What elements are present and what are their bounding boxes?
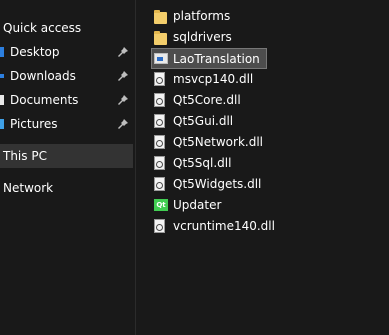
file-name: Updater — [173, 197, 222, 212]
pin-icon — [118, 95, 128, 105]
file-row-qt5core[interactable]: Qt5Core.dll — [154, 89, 241, 110]
nav-item-label: Network — [3, 181, 54, 195]
file-row-qt5network[interactable]: Qt5Network.dll — [154, 131, 263, 152]
nav-item-label: Pictures — [10, 117, 58, 131]
nav-item-network[interactable]: Network — [0, 176, 133, 200]
dll-icon — [154, 134, 168, 150]
nav-item-label: This PC — [3, 149, 47, 163]
nav-item-label: Downloads — [10, 69, 76, 83]
file-name: vcruntime140.dll — [173, 218, 275, 233]
qt-app-icon: Qt — [154, 197, 168, 213]
nav-quick-access[interactable]: Quick access — [0, 16, 133, 40]
file-name: Qt5Core.dll — [173, 92, 241, 107]
nav-item-desktop[interactable]: Desktop — [0, 40, 133, 64]
file-name: LaoTranslation — [173, 51, 260, 66]
file-row-vcruntime140[interactable]: vcruntime140.dll — [154, 215, 275, 236]
nav-item-this-pc[interactable]: This PC — [0, 144, 133, 168]
pin-icon — [118, 119, 128, 129]
file-name: sqldrivers — [173, 29, 232, 44]
file-list: platforms sqldrivers LaoTranslation msvc… — [136, 0, 389, 335]
application-icon — [154, 51, 168, 67]
pictures-icon — [0, 119, 4, 129]
documents-icon — [0, 95, 4, 105]
nav-item-pictures[interactable]: Pictures — [0, 112, 133, 136]
pin-icon — [118, 71, 128, 81]
dll-icon — [154, 113, 168, 129]
file-row-qt5widgets[interactable]: Qt5Widgets.dll — [154, 173, 261, 194]
pin-icon — [118, 47, 128, 57]
navigation-pane: Quick access Desktop Downloads Documents… — [0, 0, 133, 335]
file-row-qt5gui[interactable]: Qt5Gui.dll — [154, 110, 233, 131]
file-name: Qt5Widgets.dll — [173, 176, 262, 191]
dll-icon — [154, 176, 168, 192]
folder-icon — [154, 29, 168, 45]
nav-quick-access-label: Quick access — [3, 21, 82, 35]
file-row-msvcp140[interactable]: msvcp140.dll — [154, 68, 253, 89]
folder-icon — [154, 8, 168, 24]
file-name: platforms — [173, 8, 231, 23]
file-row-sqldrivers[interactable]: sqldrivers — [154, 26, 232, 47]
file-row-updater[interactable]: Qt Updater — [154, 194, 221, 215]
nav-item-documents[interactable]: Documents — [0, 88, 133, 112]
file-name: msvcp140.dll — [173, 71, 254, 86]
dll-icon — [154, 92, 168, 108]
nav-item-label: Desktop — [10, 45, 60, 59]
file-row-platforms[interactable]: platforms — [154, 5, 230, 26]
file-row-laotranslation[interactable]: LaoTranslation — [151, 48, 267, 69]
file-name: Qt5Network.dll — [173, 134, 263, 149]
downloads-icon — [0, 74, 4, 78]
nav-item-downloads[interactable]: Downloads — [0, 64, 133, 88]
file-name: Qt5Gui.dll — [173, 113, 234, 128]
file-name: Qt5Sql.dll — [173, 155, 232, 170]
nav-item-label: Documents — [10, 93, 79, 107]
dll-icon — [154, 155, 168, 171]
file-row-qt5sql[interactable]: Qt5Sql.dll — [154, 152, 231, 173]
dll-icon — [154, 218, 168, 234]
desktop-icon — [0, 47, 4, 57]
dll-icon — [154, 71, 168, 87]
